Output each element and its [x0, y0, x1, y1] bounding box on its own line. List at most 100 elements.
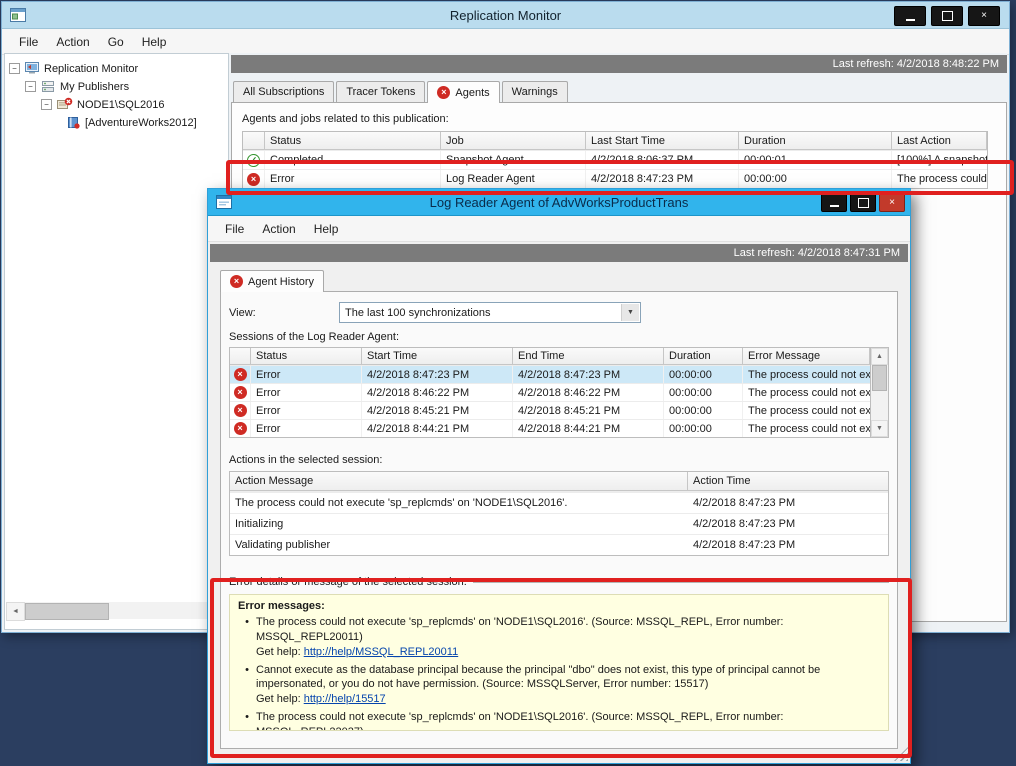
- close-button[interactable]: ×: [879, 193, 905, 212]
- resize-grip[interactable]: [894, 747, 908, 761]
- header-action-message[interactable]: Action Message: [230, 472, 688, 491]
- publisher-tree: − Replication Monitor − My Publishers −: [4, 53, 229, 630]
- cell-status: Error: [251, 420, 362, 437]
- dialog-titlebar[interactable]: Log Reader Agent of AdvWorksProductTrans…: [208, 189, 910, 216]
- tree-node-adventureworks2012[interactable]: [AdventureWorks2012]: [65, 114, 197, 131]
- tree-node-replication-monitor[interactable]: − Replication Monitor: [9, 60, 138, 77]
- error-x-glyph: ×: [237, 424, 242, 433]
- cell-action-message: Initializing: [230, 514, 688, 534]
- scroll-left-button[interactable]: ◄: [6, 602, 25, 621]
- scrollbar-thumb[interactable]: [872, 365, 887, 391]
- error-icon: ×: [234, 422, 247, 435]
- session-row[interactable]: × Error 4/2/2018 8:44:21 PM 4/2/2018 8:4…: [230, 419, 870, 437]
- header-last-start-time[interactable]: Last Start Time: [586, 132, 739, 150]
- scrollbar-thumb[interactable]: [25, 603, 109, 620]
- agents-table: Status Job Last Start Time Duration Last…: [242, 131, 988, 189]
- session-row[interactable]: × Error 4/2/2018 8:47:23 PM 4/2/2018 8:4…: [230, 365, 870, 383]
- action-row[interactable]: The process could not execute 'sp_replcm…: [230, 492, 888, 513]
- main-window-title: Replication Monitor: [2, 8, 1009, 23]
- dialog-title: Log Reader Agent of AdvWorksProductTrans: [208, 195, 910, 210]
- header-error-message[interactable]: Error Message: [743, 348, 870, 365]
- action-row[interactable]: Initializing 4/2/2018 8:47:23 PM: [230, 513, 888, 534]
- collapse-glyph: −: [44, 101, 49, 108]
- cell-last-action: The process could not e...: [892, 170, 987, 188]
- session-row[interactable]: × Error 4/2/2018 8:45:21 PM 4/2/2018 8:4…: [230, 401, 870, 419]
- sessions-label: Sessions of the Log Reader Agent:: [229, 331, 897, 343]
- maximize-button[interactable]: [931, 6, 963, 26]
- cell-duration: 00:00:00: [664, 402, 743, 419]
- agent-row-snapshot[interactable]: ✓ Completed Snapshot Agent 4/2/2018 8:06…: [243, 150, 987, 169]
- maximize-icon: [858, 198, 869, 208]
- tab-all-subscriptions[interactable]: All Subscriptions: [233, 81, 334, 102]
- help-link[interactable]: http://help/MSSQL_REPL20011: [304, 646, 459, 658]
- header-action-time[interactable]: Action Time: [688, 472, 888, 491]
- minimize-button[interactable]: [894, 6, 926, 26]
- menu-help[interactable]: Help: [133, 31, 176, 53]
- header-end-time[interactable]: End Time: [513, 348, 664, 365]
- tab-agent-history[interactable]: × Agent History: [220, 270, 324, 292]
- scrollbar-track[interactable]: [871, 365, 888, 420]
- cell-status: Error: [251, 384, 362, 401]
- tree-node-label: My Publishers: [60, 81, 129, 93]
- actions-label: Actions in the selected session:: [229, 454, 897, 466]
- header-duration[interactable]: Duration: [664, 348, 743, 365]
- error-icon: ×: [437, 86, 450, 99]
- menu-go[interactable]: Go: [99, 31, 133, 53]
- collapse-icon[interactable]: −: [9, 63, 20, 74]
- scroll-down-button[interactable]: ▼: [871, 420, 888, 437]
- header-status[interactable]: Status: [251, 348, 362, 365]
- cell-end: 4/2/2018 8:47:23 PM: [513, 366, 664, 383]
- menu-action[interactable]: Action: [47, 31, 98, 53]
- header-start-time[interactable]: Start Time: [362, 348, 513, 365]
- menu-action[interactable]: Action: [253, 218, 304, 240]
- main-titlebar[interactable]: Replication Monitor ×: [2, 2, 1009, 29]
- scroll-up-button[interactable]: ▲: [871, 348, 888, 365]
- cell-message: The process could not execute '...: [743, 402, 870, 419]
- error-x-glyph: ×: [237, 388, 242, 397]
- cell-last-start: 4/2/2018 8:47:23 PM: [586, 170, 739, 188]
- scrollbar-track[interactable]: [25, 602, 208, 619]
- header-icon-column[interactable]: [243, 132, 265, 150]
- cell-last-action: [100%] A snapshot of 1 a...: [892, 151, 987, 169]
- bullet-icon: •: [238, 710, 256, 731]
- error-details-group: Error details or message of the selected…: [229, 576, 889, 588]
- cell-message: The process could not execute '...: [743, 366, 870, 383]
- header-job[interactable]: Job: [441, 132, 586, 150]
- header-duration[interactable]: Duration: [739, 132, 892, 150]
- help-link[interactable]: http://help/15517: [304, 693, 386, 705]
- agent-row-log-reader[interactable]: × Error Log Reader Agent 4/2/2018 8:47:2…: [243, 169, 987, 188]
- cell-end: 4/2/2018 8:44:21 PM: [513, 420, 664, 437]
- tree-node-my-publishers[interactable]: − My Publishers: [25, 78, 129, 95]
- agents-section-label: Agents and jobs related to this publicat…: [242, 113, 1006, 125]
- session-row[interactable]: × Error 4/2/2018 8:46:22 PM 4/2/2018 8:4…: [230, 383, 870, 401]
- header-status[interactable]: Status: [265, 132, 441, 150]
- header-last-action[interactable]: Last Action: [892, 132, 987, 150]
- cell-duration: 00:00:01: [739, 151, 892, 169]
- collapse-icon[interactable]: −: [25, 81, 36, 92]
- sessions-table: Status Start Time End Time Duration Erro…: [229, 347, 871, 438]
- view-select[interactable]: The last 100 synchronizations ▼: [339, 302, 641, 323]
- main-caption-buttons: ×: [894, 6, 1000, 26]
- tab-agents[interactable]: × Agents: [427, 81, 499, 103]
- error-message-text: The process could not execute 'sp_replcm…: [256, 711, 783, 731]
- error-messages-heading: Error messages:: [238, 600, 880, 612]
- tab-label: Agent History: [248, 276, 314, 288]
- error-x-glyph: ×: [234, 277, 239, 286]
- tab-tracer-tokens[interactable]: Tracer Tokens: [336, 81, 425, 102]
- sessions-table-header: Status Start Time End Time Duration Erro…: [230, 348, 870, 365]
- header-icon-column[interactable]: [230, 348, 251, 365]
- collapse-glyph: −: [28, 83, 33, 90]
- minimize-button[interactable]: [821, 193, 847, 212]
- chevron-down-icon: ▼: [627, 309, 634, 316]
- menu-file[interactable]: File: [10, 31, 47, 53]
- tree-node-node1-sql2016[interactable]: − NODE1\SQL2016: [41, 96, 164, 113]
- menu-help[interactable]: Help: [305, 218, 348, 240]
- dropdown-button[interactable]: ▼: [621, 304, 639, 321]
- action-row[interactable]: Validating publisher 4/2/2018 8:47:23 PM: [230, 534, 888, 555]
- collapse-icon[interactable]: −: [41, 99, 52, 110]
- tab-warnings[interactable]: Warnings: [502, 81, 568, 102]
- maximize-button[interactable]: [850, 193, 876, 212]
- close-button[interactable]: ×: [968, 6, 1000, 26]
- menu-file[interactable]: File: [216, 218, 253, 240]
- cell-action-time: 4/2/2018 8:47:23 PM: [688, 514, 888, 534]
